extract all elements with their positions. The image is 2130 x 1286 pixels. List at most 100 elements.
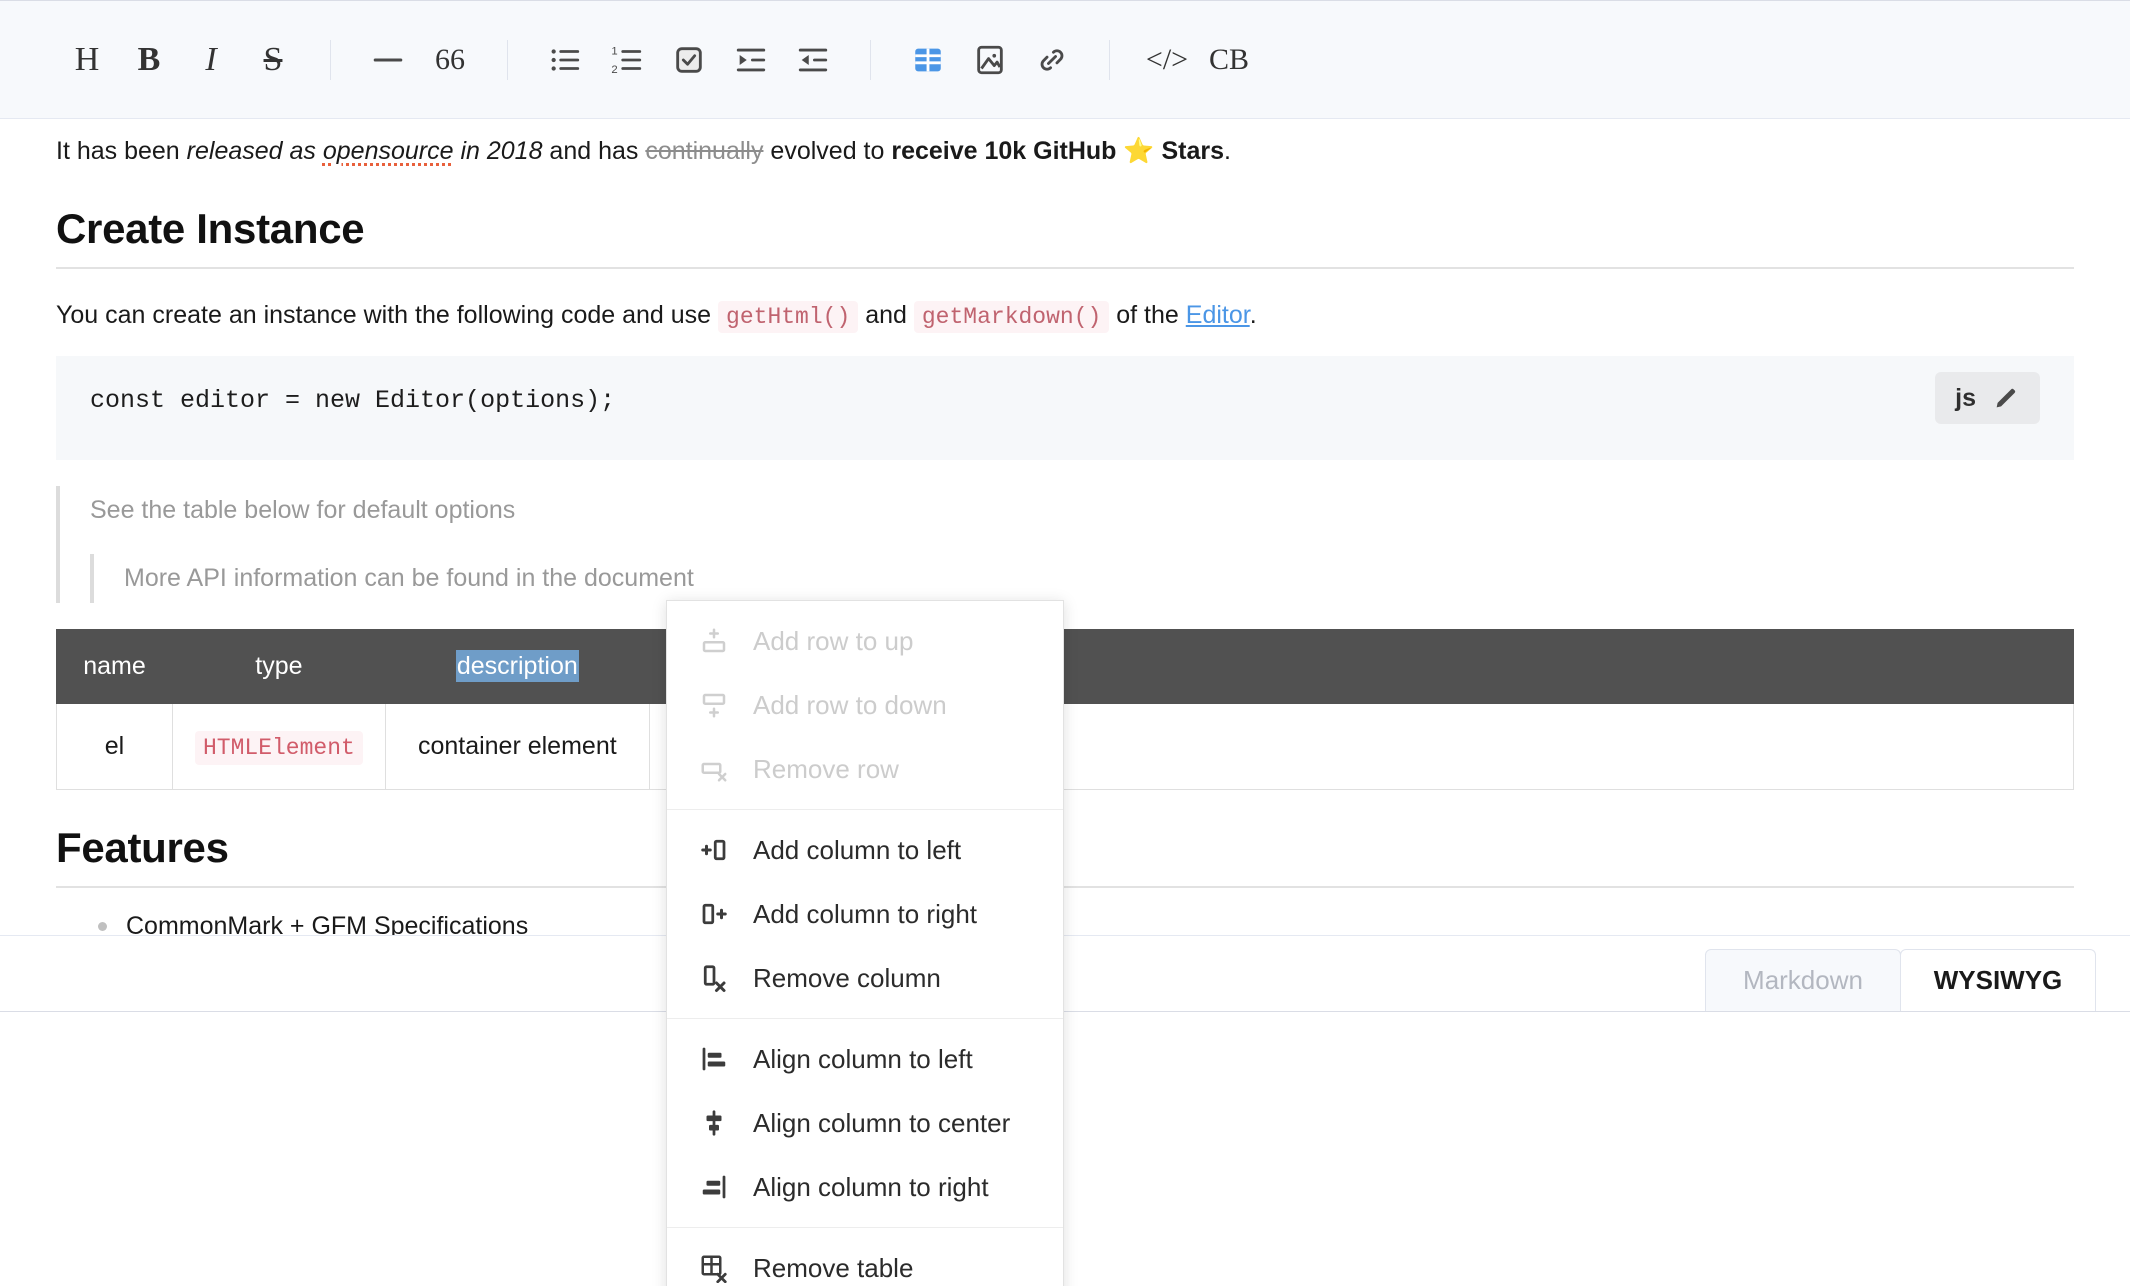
ordered-list-icon[interactable]: 1 2 [596, 29, 658, 91]
align-left-icon [697, 1042, 731, 1076]
svg-text:2: 2 [611, 63, 617, 75]
menu-item-remove-column[interactable]: Remove column [667, 946, 1063, 1010]
cell-description[interactable]: container element [384, 703, 650, 790]
table-icon[interactable] [897, 29, 959, 91]
horizontal-rule-icon[interactable] [357, 29, 419, 91]
tab-markdown[interactable]: Markdown [1705, 949, 1901, 1011]
code-icon[interactable]: </> [1136, 29, 1198, 91]
menu-item-label: Remove table [753, 1252, 914, 1283]
add-row-down-icon [697, 688, 731, 722]
editor-content[interactable]: It has been released as opensource in 20… [0, 119, 2130, 935]
intro-text-2: and has [542, 137, 646, 165]
heading-icon[interactable]: H [56, 29, 118, 91]
menu-item-add-row-down: Add row to down [667, 673, 1063, 737]
editor-link[interactable]: Editor [1186, 301, 1250, 329]
inline-code-gethtml: getHtml() [718, 300, 859, 333]
align-center-icon [697, 1106, 731, 1140]
pencil-icon[interactable] [1992, 384, 2020, 412]
editor-shell: H B I S 66 1 2 </> CB It has been releas… [0, 0, 2130, 1012]
menu-item-add-column-left[interactable]: Add column to left [667, 818, 1063, 882]
table-header-description[interactable]: description [384, 629, 650, 704]
features-list: CommonMark + GFM Specifications Live Pre… [56, 906, 2074, 935]
table-context-menu[interactable]: Add row to up Add row to down Remove row [666, 600, 1064, 1286]
star-icon: ⭐ [1123, 137, 1155, 165]
intro-em-2: in 2018 [453, 137, 543, 165]
align-right-icon [697, 1170, 731, 1204]
menu-item-add-row-up: Add row to up [667, 609, 1063, 673]
context-menu-group-align: Align column to left Align column to cen… [667, 1018, 1063, 1227]
create-text-1: You can create an instance with the foll… [56, 300, 719, 329]
intro-spellcheck-word: opensource [322, 137, 454, 165]
menu-item-align-center[interactable]: Align column to center [667, 1091, 1063, 1155]
toolbar-divider [870, 39, 871, 80]
intro-text-1: It has been [56, 137, 187, 165]
inline-code-getmarkdown: getMarkdown() [913, 300, 1110, 333]
svg-text:1: 1 [611, 45, 617, 57]
table-header-type[interactable]: type [171, 629, 386, 704]
menu-item-remove-row: Remove row [667, 737, 1063, 801]
intro-bold-1: receive 10k GitHub [891, 137, 1124, 165]
toolbar-divider [507, 39, 508, 80]
selected-text: description [455, 650, 579, 682]
menu-item-label: Align column to center [753, 1107, 1011, 1138]
code-language-label: js [1955, 383, 1976, 412]
editor-mode-tabbar: Markdown WYSIWYG [0, 935, 2130, 1011]
intro-em-1: released as [186, 137, 323, 165]
code-block-icon[interactable]: CB [1198, 29, 1260, 91]
toolbar-divider [330, 39, 331, 80]
code-language-badge[interactable]: js [1935, 372, 2040, 424]
intro-text-3: evolved to [763, 137, 892, 165]
code-block[interactable]: const editor = new Editor(options); js [56, 356, 2074, 460]
menu-item-label: Add row to down [753, 689, 947, 720]
blockquote-inner: More API information can be found in the… [90, 553, 2074, 603]
feature-label: CommonMark + GFM Specifications [126, 912, 529, 935]
remove-column-icon [697, 961, 731, 995]
image-icon[interactable] [959, 29, 1021, 91]
blockquote-icon[interactable]: 66 [419, 29, 481, 91]
code-block-text: const editor = new Editor(options); [90, 386, 616, 415]
menu-item-remove-table[interactable]: Remove table [667, 1236, 1063, 1286]
table-header-name[interactable]: name [56, 629, 173, 704]
link-icon[interactable] [1021, 29, 1083, 91]
menu-item-label: Add column to right [753, 898, 978, 929]
blockquote-outer-text: See the table below for default options [90, 496, 516, 524]
create-instance-paragraph: You can create an instance with the foll… [56, 269, 2074, 335]
outdent-icon[interactable] [782, 29, 844, 91]
create-text-3: of the [1109, 300, 1186, 329]
cell-type[interactable]: HTMLElement [171, 703, 386, 790]
options-table[interactable]: name type description el HTMLElement con… [56, 629, 2075, 790]
context-menu-group-column: Add column to left Add column to right R… [667, 809, 1063, 1018]
strike-icon[interactable]: S [242, 29, 304, 91]
menu-item-label: Remove row [753, 753, 899, 784]
tab-wysiwyg[interactable]: WYSIWYG [1900, 949, 2096, 1011]
cell-name[interactable]: el [56, 703, 173, 790]
add-column-right-icon [697, 897, 731, 931]
menu-item-align-right[interactable]: Align column to right [667, 1155, 1063, 1219]
unordered-list-icon[interactable] [534, 29, 596, 91]
table-head: name type description [56, 629, 2075, 704]
cell-type-code: HTMLElement [194, 731, 363, 765]
task-list-icon[interactable] [658, 29, 720, 91]
menu-item-label: Align column to left [753, 1043, 973, 1074]
intro-paragraph: It has been released as opensource in 20… [56, 119, 2074, 171]
context-menu-group-table: Remove table [667, 1227, 1063, 1286]
table-row[interactable]: el HTMLElement container element [56, 703, 2075, 790]
menu-item-label: Align column to right [753, 1171, 989, 1202]
editor-toolbar: H B I S 66 1 2 </> CB [0, 1, 2130, 119]
heading-features: Features [56, 824, 2074, 888]
indent-icon[interactable] [720, 29, 782, 91]
menu-item-align-left[interactable]: Align column to left [667, 1027, 1063, 1091]
remove-row-icon [697, 752, 731, 786]
add-row-up-icon [697, 624, 731, 658]
intro-bold-2: Stars [1154, 137, 1225, 165]
bold-icon[interactable]: B [118, 29, 180, 91]
intro-strikethrough: continually [645, 137, 764, 165]
blockquote-outer: See the table below for default options … [56, 486, 2074, 603]
menu-item-label: Add column to left [753, 834, 962, 865]
context-menu-group-row: Add row to up Add row to down Remove row [667, 601, 1063, 809]
heading-create-instance: Create Instance [56, 205, 2074, 269]
italic-icon[interactable]: I [180, 29, 242, 91]
table-body: el HTMLElement container element [56, 703, 2075, 790]
editor-app: H B I S 66 1 2 </> CB It has been releas… [0, 0, 2130, 1286]
menu-item-add-column-right[interactable]: Add column to right [667, 882, 1063, 946]
